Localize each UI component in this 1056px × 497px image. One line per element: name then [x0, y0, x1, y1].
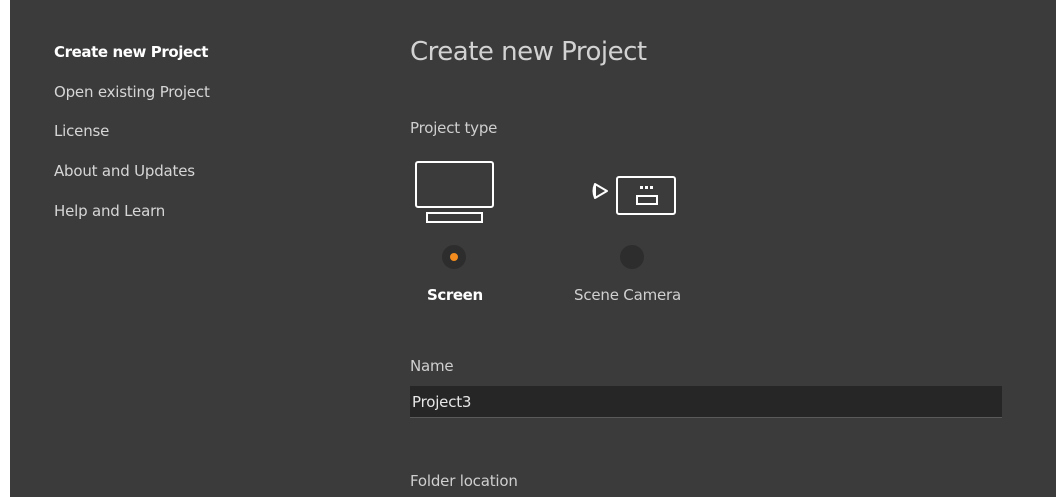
- project-name-input[interactable]: [410, 386, 1002, 418]
- screen-label: Screen: [427, 286, 483, 304]
- project-type-screen-option[interactable]: Screen: [410, 160, 560, 310]
- sidebar-nav: Create new Project Open existing Project…: [10, 0, 390, 497]
- project-type-scene-camera-option[interactable]: Scene Camera: [560, 160, 710, 310]
- app-window: Create new Project Open existing Project…: [10, 0, 1056, 497]
- radio-selected-dot: [450, 253, 458, 261]
- monitor-icon: [415, 161, 494, 223]
- main-panel: Create new Project Project type Screen S…: [410, 0, 1056, 497]
- screen-radio[interactable]: [442, 245, 466, 269]
- sidebar-item-help-and-learn[interactable]: Help and Learn: [54, 202, 165, 220]
- scene-camera-icon: [592, 176, 676, 215]
- sidebar-item-open-existing-project[interactable]: Open existing Project: [54, 83, 210, 101]
- project-type-label: Project type: [410, 119, 498, 137]
- page-title: Create new Project: [410, 37, 647, 67]
- name-label: Name: [410, 357, 454, 375]
- sidebar-item-create-new-project[interactable]: Create new Project: [54, 43, 208, 61]
- scene-camera-label: Scene Camera: [574, 286, 681, 304]
- sidebar-item-about-and-updates[interactable]: About and Updates: [54, 162, 195, 180]
- folder-location-label: Folder location: [410, 472, 518, 490]
- sidebar-item-license[interactable]: License: [54, 122, 109, 140]
- scene-camera-radio[interactable]: [620, 245, 644, 269]
